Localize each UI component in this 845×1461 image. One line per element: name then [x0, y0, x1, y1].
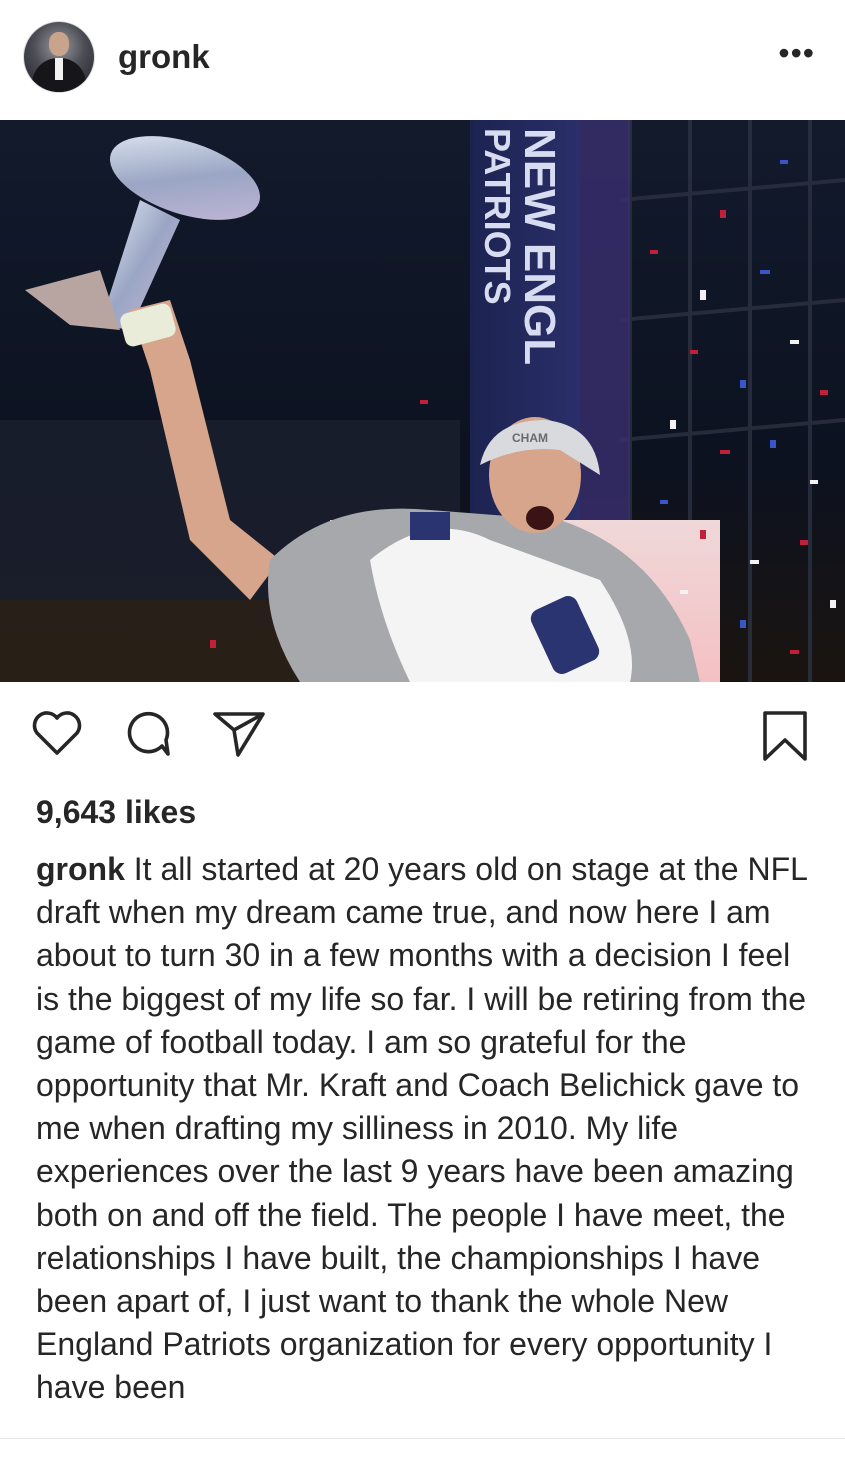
comment-bubble-icon[interactable] [124, 710, 172, 758]
user-avatar[interactable] [24, 22, 94, 92]
avatar-shirt [55, 58, 63, 80]
post-header: gronk ••• [0, 0, 845, 120]
post-username[interactable]: gronk [118, 38, 210, 76]
cap-text: CHAM [512, 431, 548, 445]
post-photo-art: NEW ENGL PATRIOTS CHAM [0, 120, 845, 682]
divider [0, 1438, 845, 1439]
likes-count[interactable]: 9,643 likes [36, 794, 196, 831]
caption-text: It all started at 20 years old on stage … [36, 851, 807, 1406]
bookmark-icon[interactable] [762, 710, 808, 762]
caption-username[interactable]: gronk [36, 851, 125, 887]
avatar-face [49, 32, 69, 56]
paper-plane-icon[interactable] [212, 710, 266, 758]
post-caption: gronk It all started at 20 years old on … [36, 848, 816, 1434]
post-photo[interactable]: NEW ENGL PATRIOTS CHAM [0, 120, 845, 682]
banner-text-2: PATRIOTS [477, 128, 518, 305]
action-bar [0, 682, 845, 782]
more-options-icon[interactable]: ••• [778, 37, 815, 69]
heart-icon[interactable] [32, 710, 82, 756]
banner-text: NEW ENGL [515, 128, 564, 365]
